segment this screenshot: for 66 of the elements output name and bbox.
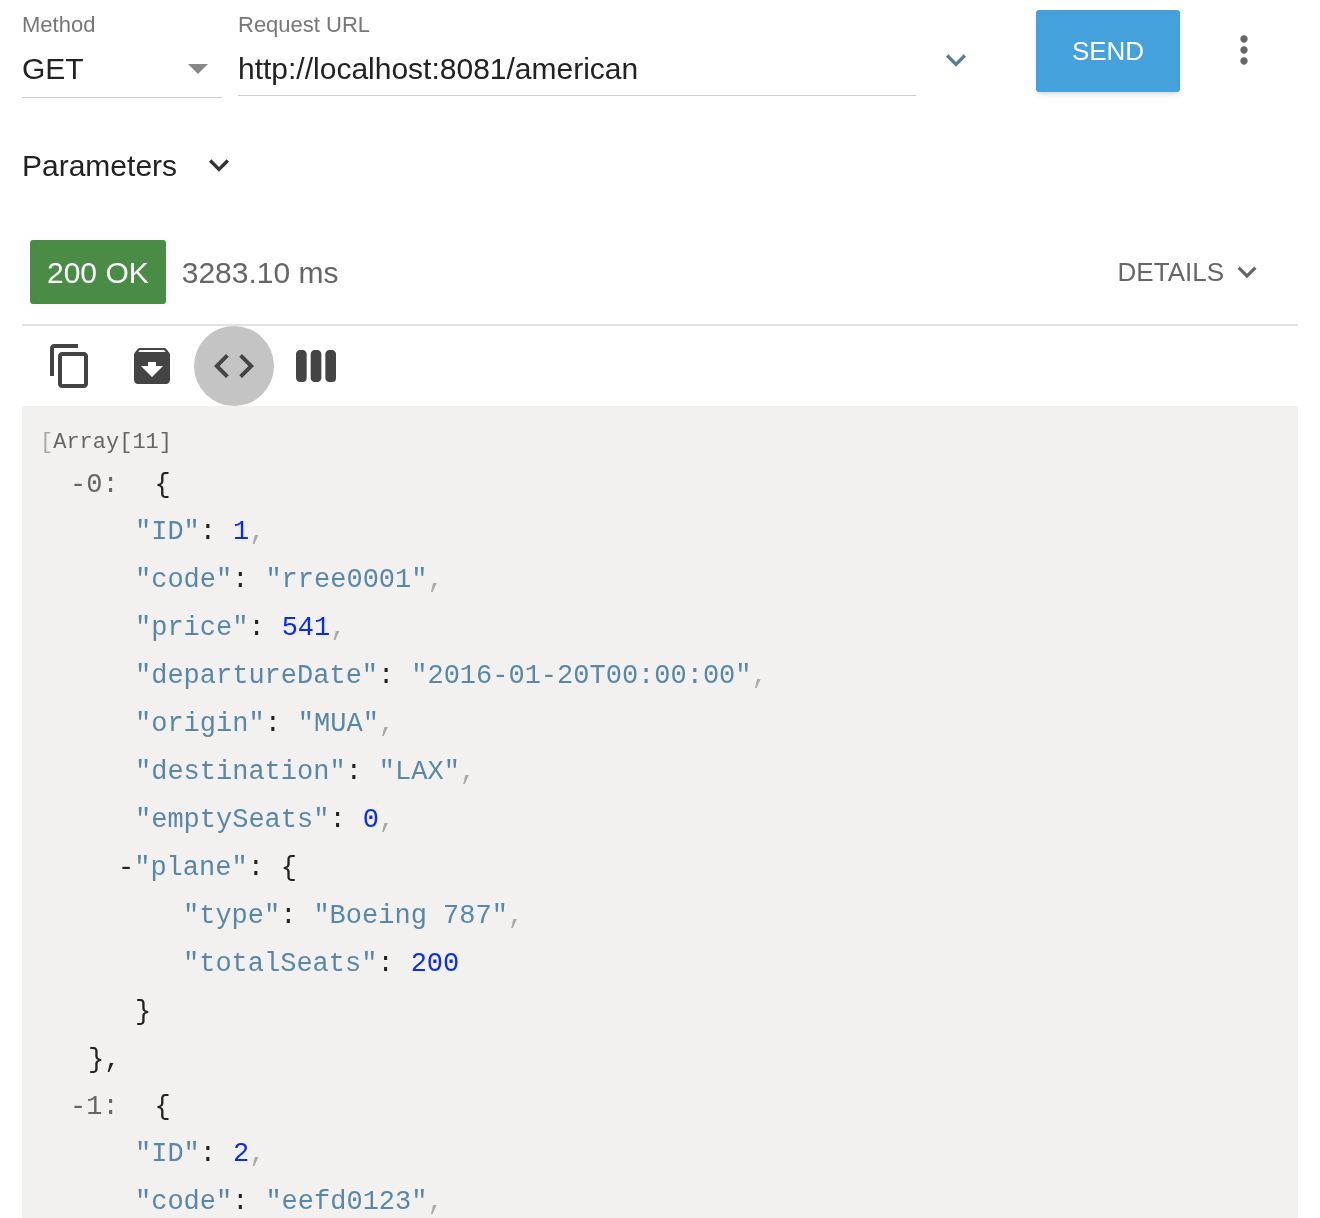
json-colon: :: [247, 851, 264, 885]
json-colon: :: [264, 707, 281, 741]
method-value: GET: [22, 51, 84, 87]
json-comma: ,: [507, 899, 525, 933]
json-brace: {: [154, 468, 171, 502]
json-value: "2016-01-20T00:00:00": [411, 659, 752, 693]
json-colon: :: [248, 611, 265, 645]
response-time: 3283.10 ms: [181, 254, 339, 291]
json-comma: ,: [751, 659, 768, 693]
json-colon: :: [199, 1137, 216, 1171]
json-key: "type": [183, 895, 281, 937]
json-comma: ,: [378, 707, 396, 741]
json-brace: },: [88, 1043, 121, 1077]
json-value: 0: [362, 803, 379, 837]
json-colon: :: [329, 803, 346, 837]
json-colon: :: [232, 563, 249, 597]
json-colon: :: [378, 659, 395, 693]
json-value: "Boeing 787": [313, 899, 508, 933]
json-value: 541: [281, 611, 331, 645]
method-label: Method: [22, 12, 97, 38]
json-comma: ,: [427, 1185, 444, 1218]
method-select[interactable]: Method GET: [22, 12, 222, 98]
json-value: "MUA": [297, 707, 379, 741]
json-key: "ID": [135, 511, 200, 553]
json-brace: }: [135, 995, 152, 1029]
json-comma: ,: [459, 755, 477, 789]
json-key: "destination": [135, 751, 346, 793]
json-comma: ,: [330, 611, 347, 645]
json-value: 2: [233, 1137, 250, 1171]
json-key: "price": [135, 607, 249, 649]
json-value: 1: [233, 515, 250, 549]
json-key: "origin": [135, 703, 265, 745]
url-value: http://localhost:8081/american: [238, 51, 640, 87]
json-brace: {: [280, 851, 298, 885]
json-colon: :: [232, 1185, 249, 1218]
json-value: "rree0001": [265, 563, 428, 597]
status-badge: 200 OK: [30, 240, 166, 304]
array-summary: Array[11]: [53, 428, 173, 457]
json-comma: ,: [378, 803, 396, 837]
json-key: "ID": [135, 1133, 200, 1175]
json-comma: ,: [249, 1137, 266, 1171]
json-key: "departureDate": [135, 655, 379, 697]
url-field[interactable]: Request URL http://localhost:8081/american: [238, 12, 916, 96]
json-value: "eefd0123": [265, 1185, 428, 1218]
url-label: Request URL: [238, 12, 372, 38]
json-value: "LAX": [378, 755, 460, 789]
json-brace: {: [154, 1090, 171, 1124]
json-colon: :: [199, 515, 216, 549]
json-colon: :: [345, 755, 362, 789]
json-comma: ,: [249, 515, 266, 549]
json-comma: ,: [427, 563, 444, 597]
json-key: "plane": [134, 847, 248, 889]
array-bracket: [: [40, 428, 54, 457]
collapse-toggle[interactable]: -: [118, 847, 135, 889]
json-colon: :: [280, 899, 297, 933]
json-key: "emptySeats": [135, 799, 330, 841]
details-button[interactable]: DETAILS: [1117, 252, 1266, 292]
array-index[interactable]: -1:: [70, 1086, 119, 1128]
json-key: "code": [135, 1181, 233, 1218]
dropdown-arrow-icon: [188, 63, 208, 74]
json-key: "totalSeats": [183, 943, 378, 985]
json-colon: :: [377, 947, 394, 981]
array-index[interactable]: -0:: [70, 464, 119, 506]
parameters-label[interactable]: Parameters: [22, 142, 178, 188]
json-key: "code": [135, 559, 233, 601]
json-value: 200: [410, 947, 460, 981]
